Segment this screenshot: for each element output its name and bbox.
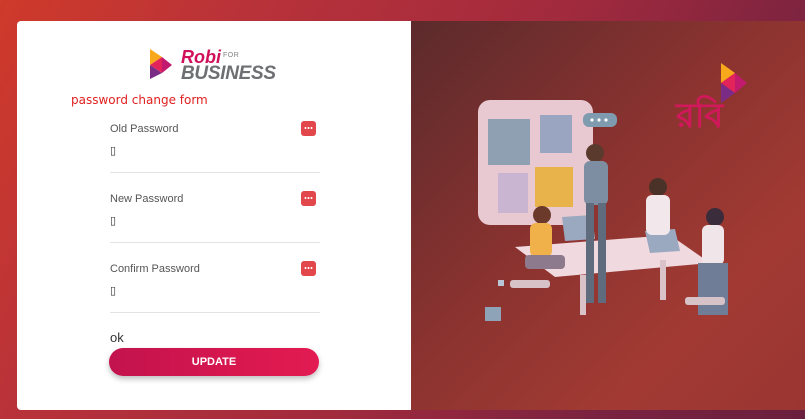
confirm-password-label: Confirm Password	[110, 263, 200, 275]
new-password-field: New Password	[110, 191, 320, 243]
password-key-icon[interactable]	[301, 261, 316, 276]
old-password-label: Old Password	[110, 123, 179, 135]
confirm-password-input[interactable]	[110, 281, 290, 299]
update-button[interactable]: UPDATE	[109, 348, 319, 376]
logo-for-text: FOR	[223, 52, 240, 59]
logo-business-text: BUSINESS	[181, 63, 276, 84]
team-meeting-illustration	[478, 100, 728, 321]
confirm-password-field: Confirm Password	[110, 261, 320, 313]
robi-logo-mark-icon	[150, 49, 172, 79]
status-text: ok	[110, 330, 124, 345]
old-password-field: Old Password	[110, 121, 320, 173]
robi-business-logo: Robi FOR BUSINESS	[150, 47, 285, 84]
form-caption: password change form	[71, 93, 208, 107]
password-key-icon[interactable]	[301, 191, 316, 206]
new-password-input[interactable]	[110, 211, 290, 229]
password-key-icon[interactable]	[301, 121, 316, 136]
old-password-input[interactable]	[110, 141, 290, 159]
new-password-label: New Password	[110, 193, 184, 205]
